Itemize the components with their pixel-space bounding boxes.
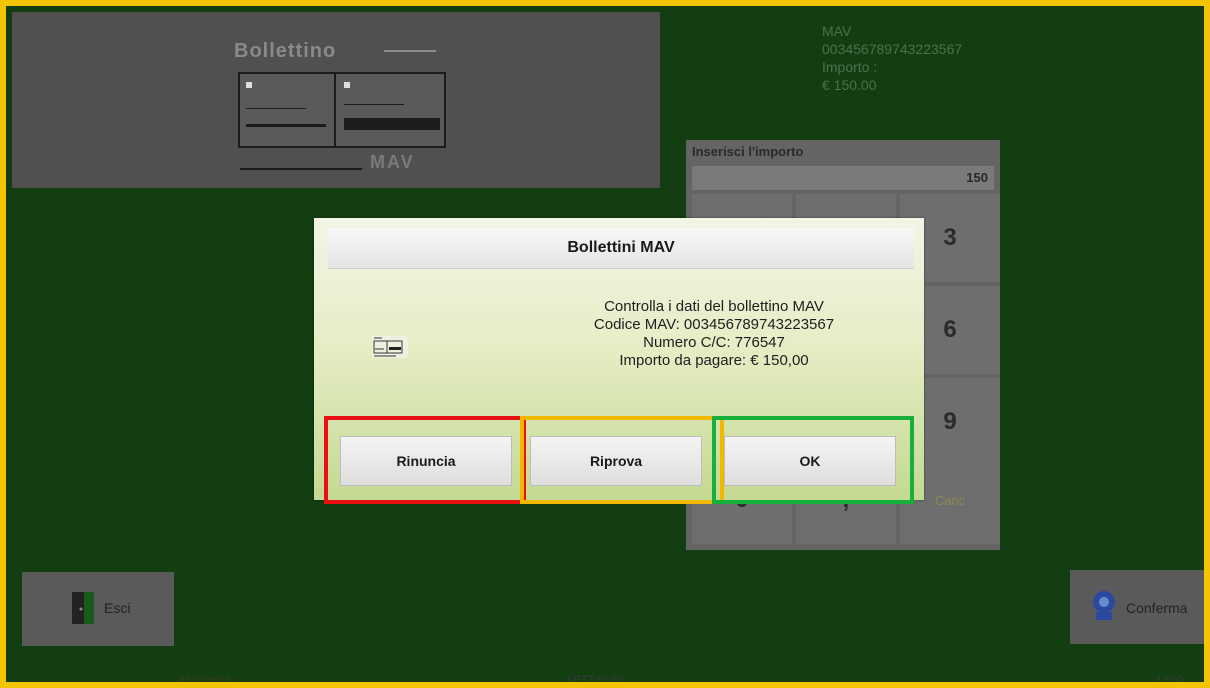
bollettino-slip-icon [238, 72, 446, 148]
keypad-label: Inserisci l'importo [692, 144, 804, 159]
status-right: 12:00 [1156, 674, 1184, 686]
dialog-line-check: Controlla i dati del bollettino MAV [604, 298, 824, 315]
bollettino-title: Bollettino [234, 40, 337, 62]
info-amount-value: € 150.00 [822, 77, 877, 93]
info-mav-label: MAV [822, 23, 852, 39]
bollettino-panel: Bollettino MAV [12, 12, 660, 188]
highlight-ok [712, 416, 914, 504]
esci-button[interactable]: Esci [22, 572, 174, 646]
info-mav-code: 003456789743223567 [822, 41, 963, 57]
dialog-line-amount: Importo da pagare: € 150,00 [619, 352, 809, 369]
dialog-line-account: Numero C/C: 776547 [643, 334, 785, 351]
screen-frame: Bollettino MAV MAV 003456789743223567 Im… [0, 0, 1210, 688]
confirm-icon [1093, 591, 1115, 620]
exit-door-icon [72, 592, 94, 624]
amount-display: 150 [692, 166, 994, 190]
highlight-riprova [520, 416, 724, 504]
conferma-label: Conferma [1126, 600, 1188, 616]
bollettino-icon [372, 336, 408, 358]
dialog-message: Controlla i dati del bollettino MAV Codi… [544, 298, 884, 370]
bollettino-title-line [384, 50, 436, 52]
bollettino-mav-line [240, 168, 362, 170]
amount-display-value: 150 [966, 170, 988, 185]
highlight-rinuncia [324, 416, 526, 504]
bollettino-mav-label: MAV [370, 152, 415, 172]
esci-label: Esci [104, 600, 131, 616]
mav-info: MAV 003456789743223567 Importo : € 150.0… [822, 22, 962, 94]
conferma-button[interactable]: Conferma [1070, 570, 1204, 644]
dialog-line-code: Codice MAV: 003456789743223567 [593, 316, 835, 333]
dialog-title: Bollettini MAV [328, 228, 914, 269]
info-amount-label: Importo : [822, 59, 878, 75]
status-left: Assistenza [178, 674, 232, 686]
status-center: XPTT-SL00 [566, 674, 623, 686]
